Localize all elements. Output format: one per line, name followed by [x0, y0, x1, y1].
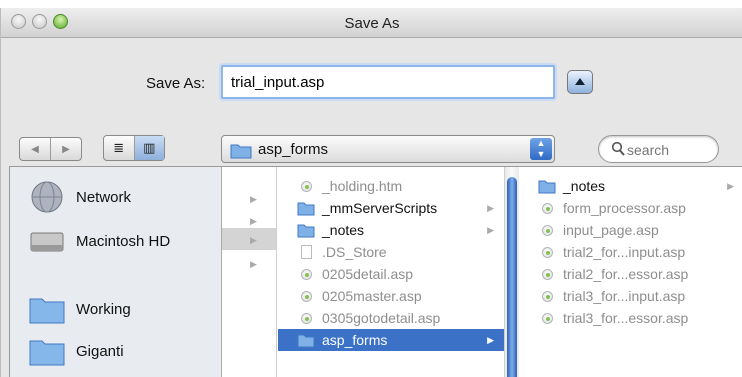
- folder-icon: [230, 144, 252, 159]
- web-file-icon: [537, 246, 557, 258]
- file-row[interactable]: trial3_for...input.asp: [519, 285, 742, 307]
- sidebar: Network Macintosh HD Working Giganti: [10, 167, 222, 377]
- file-name: _mmServerScripts: [322, 200, 438, 216]
- list-view-button[interactable]: ≣: [104, 136, 134, 160]
- scroll-thumb[interactable]: [507, 177, 517, 377]
- file-name: form_processor.asp: [563, 200, 686, 216]
- search-icon: [611, 141, 625, 156]
- file-browser: Network Macintosh HD Working Giganti ▶ ▶…: [9, 166, 742, 377]
- file-row[interactable]: input_page.asp: [519, 219, 742, 241]
- folder-icon: [537, 179, 557, 194]
- collapse-dialog-button[interactable]: [567, 70, 593, 94]
- file-name: trial2_for...essor.asp: [563, 266, 689, 282]
- back-arrow-icon: ◀: [31, 143, 39, 155]
- file-name: trial3_for...essor.asp: [563, 310, 689, 326]
- file-row[interactable]: trial2_for...essor.asp: [519, 263, 742, 285]
- web-file-icon: [296, 268, 316, 280]
- save-as-label: Save As:: [146, 75, 206, 92]
- file-name: trial2_for...input.asp: [563, 244, 686, 260]
- file-row[interactable]: trial3_for...essor.asp: [519, 307, 742, 329]
- folder-popup-button[interactable]: asp_forms ▲ ▼: [221, 135, 555, 163]
- forward-button[interactable]: ▶: [50, 138, 81, 160]
- web-file-icon: [537, 312, 557, 324]
- disclosure-arrow-icon: ▶: [487, 202, 494, 213]
- sidebar-item-network[interactable]: Network: [28, 179, 131, 215]
- hard-drive-icon: [30, 232, 64, 252]
- sidebar-item-giganti[interactable]: Giganti: [28, 333, 124, 369]
- column-scrollbar[interactable]: [505, 167, 519, 377]
- disclosure-arrow-icon: ▶: [250, 235, 257, 245]
- document-icon: [296, 245, 316, 259]
- disclosure-arrow-icon: ▶: [487, 334, 494, 345]
- sidebar-item-working[interactable]: Working: [28, 291, 131, 327]
- file-name: asp_forms: [322, 332, 388, 348]
- file-row[interactable]: 0305gotodetail.asp: [278, 307, 504, 329]
- sidebar-item-label: Giganti: [76, 342, 124, 360]
- folder-icon: [29, 298, 65, 324]
- folder-icon: [29, 340, 65, 366]
- file-name: _notes: [322, 222, 365, 238]
- web-file-icon: [296, 312, 316, 324]
- sidebar-item-label: Network: [76, 188, 132, 206]
- file-row[interactable]: trial2_for...input.asp: [519, 241, 742, 263]
- file-row[interactable]: _notes ▶: [278, 219, 504, 241]
- file-name: 0205detail.asp: [322, 266, 414, 282]
- file-row[interactable]: .DS_Store: [278, 241, 504, 263]
- popup-arrows-icon: ▲ ▼: [530, 138, 552, 160]
- window-title: Save As: [344, 15, 400, 32]
- file-row[interactable]: 0205detail.asp: [278, 263, 504, 285]
- folder-icon: [296, 201, 316, 216]
- filename-field[interactable]: [221, 65, 555, 99]
- file-row[interactable]: asp_forms ▶: [278, 329, 504, 351]
- web-file-icon: [537, 224, 557, 236]
- sidebar-item-macintosh-hd[interactable]: Macintosh HD: [28, 223, 170, 259]
- disclosure-arrow-icon: ▶: [250, 216, 257, 226]
- file-name: _holding.htm: [322, 178, 403, 194]
- column-parent: ▶ ▶ ▶ ▶: [222, 167, 277, 377]
- sidebar-item-label: Working: [76, 300, 131, 318]
- web-file-icon: [296, 290, 316, 302]
- file-row[interactable]: form_processor.asp: [519, 197, 742, 219]
- file-row[interactable]: 0205master.asp: [278, 285, 504, 307]
- column-site-files: _holding.htm _mmServerScripts ▶ _notes ▶ .DS_…: [278, 167, 505, 377]
- web-file-icon: [537, 202, 557, 214]
- web-file-icon: [296, 180, 316, 192]
- disclosure-arrow-icon: ▶: [250, 194, 257, 204]
- current-folder-label: asp_forms: [258, 141, 329, 158]
- column-asp-forms: _notes ▶ form_processor.asp input_page.aspt…: [519, 167, 742, 377]
- search-field[interactable]: [598, 135, 719, 163]
- file-name: .DS_Store: [322, 244, 387, 260]
- file-row[interactable]: _notes ▶: [519, 175, 742, 197]
- forward-arrow-icon: ▶: [62, 143, 70, 155]
- disclosure-arrow-icon: ▶: [487, 224, 494, 235]
- folder-icon: [296, 223, 316, 238]
- list-view-icon: ≣: [113, 140, 125, 155]
- network-icon: [31, 181, 63, 213]
- selected-row[interactable]: [222, 228, 276, 250]
- web-file-icon: [537, 290, 557, 302]
- file-name: _notes: [563, 178, 606, 194]
- file-name: 0305gotodetail.asp: [322, 310, 441, 326]
- file-name: input_page.asp: [563, 222, 659, 238]
- file-name: trial3_for...input.asp: [563, 288, 686, 304]
- title-bar[interactable]: Save As: [1, 8, 742, 38]
- view-mode-buttons: ≣ ▥: [103, 135, 165, 161]
- web-file-icon: [537, 268, 557, 280]
- file-row[interactable]: _holding.htm: [278, 175, 504, 197]
- back-button[interactable]: ◀: [20, 138, 50, 160]
- disclosure-arrow-icon: ▶: [727, 180, 734, 191]
- sidebar-item-label: Macintosh HD: [76, 232, 171, 250]
- disclosure-arrow-icon: ▶: [250, 259, 257, 269]
- save-as-dialog: Save As Save As: ◀ ▶ ≣ ▥ asp_forms ▲▼: [0, 8, 742, 377]
- file-name: 0205master.asp: [322, 288, 422, 304]
- folder-icon: [296, 333, 316, 348]
- column-view-icon: ▥: [143, 140, 156, 155]
- file-row[interactable]: _mmServerScripts ▶: [278, 197, 504, 219]
- column-view-button[interactable]: ▥: [133, 136, 164, 160]
- back-forward-buttons: ◀ ▶: [19, 137, 82, 161]
- search-input[interactable]: [627, 140, 712, 159]
